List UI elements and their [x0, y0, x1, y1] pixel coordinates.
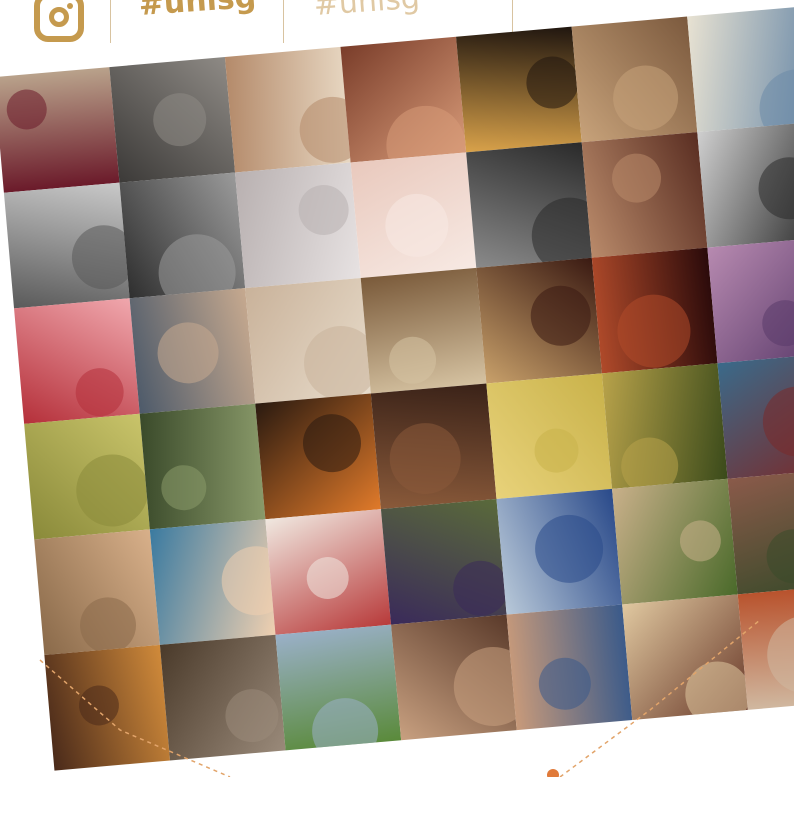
- photo-subject: [155, 231, 239, 299]
- photo-tile[interactable]: [717, 353, 794, 479]
- photo-tile[interactable]: [159, 634, 286, 761]
- photo-tile[interactable]: [24, 413, 150, 540]
- photo-tile[interactable]: [622, 594, 748, 721]
- photo-subject: [532, 512, 606, 586]
- photo-tile[interactable]: [350, 152, 477, 279]
- photo-tile[interactable]: [235, 162, 361, 289]
- photo-tile[interactable]: [496, 488, 623, 615]
- photo-subject: [73, 366, 126, 419]
- photo-subject: [73, 451, 150, 530]
- photo-tile[interactable]: [466, 142, 592, 268]
- photo-subject: [610, 151, 664, 205]
- photo-subject: [155, 319, 222, 386]
- photo-tile[interactable]: [149, 519, 276, 645]
- instagram-lens: [49, 7, 69, 27]
- photo-subject: [69, 222, 130, 292]
- photo-subject: [382, 191, 451, 260]
- photo-subject: [300, 411, 364, 475]
- photo-subject: [5, 87, 49, 132]
- photo-subject: [610, 62, 681, 134]
- photo-tile[interactable]: [275, 624, 402, 751]
- photo-subject: [296, 94, 351, 166]
- photo-tile[interactable]: [601, 363, 728, 489]
- photo-subject: [77, 595, 139, 656]
- photo-tile[interactable]: [380, 499, 507, 625]
- photo-tile[interactable]: [737, 584, 794, 710]
- photo-tile[interactable]: [391, 614, 517, 741]
- photo-tile[interactable]: [245, 278, 371, 404]
- photo-tile[interactable]: [360, 267, 487, 394]
- photo-tile[interactable]: [0, 67, 120, 193]
- photo-tile[interactable]: [727, 468, 794, 595]
- photo-subject: [159, 463, 209, 513]
- photo-subject: [387, 334, 439, 386]
- photo-subject: [296, 182, 351, 238]
- instagram-flash: [67, 3, 73, 9]
- photo-tile[interactable]: [697, 122, 794, 248]
- photo-subject: [223, 686, 281, 745]
- photo-subject: [450, 558, 507, 619]
- photo-subject: [386, 420, 464, 498]
- photo-tile[interactable]: [687, 6, 794, 133]
- photo-tile[interactable]: [14, 298, 140, 424]
- photo-subject: [304, 555, 351, 601]
- photo-subject: [532, 426, 581, 475]
- photo-subject: [614, 291, 694, 371]
- photo-tile[interactable]: [139, 403, 266, 530]
- photo-subject: [528, 194, 592, 268]
- photo-subject: [151, 90, 209, 149]
- photo-tile[interactable]: [456, 26, 582, 153]
- photo-grid: [0, 0, 794, 771]
- photo-subject: [763, 612, 794, 697]
- photo-subject: [300, 322, 371, 404]
- photo-tile[interactable]: [571, 16, 698, 143]
- photo-tile[interactable]: [591, 247, 718, 374]
- photo-tile[interactable]: [486, 373, 613, 500]
- photo-tile[interactable]: [34, 529, 160, 656]
- photo-subject: [450, 643, 517, 730]
- photo-collage: [0, 0, 794, 832]
- photo-subject: [682, 658, 748, 721]
- photo-tile[interactable]: [506, 604, 633, 731]
- photo-tile[interactable]: [265, 509, 392, 635]
- photo-subject: [309, 695, 381, 751]
- photo-subject: [756, 65, 794, 133]
- photo-tile[interactable]: [707, 237, 794, 364]
- photo-tile[interactable]: [581, 132, 708, 258]
- photo-subject: [760, 298, 794, 349]
- photo-tile[interactable]: [109, 56, 236, 183]
- photo-subject: [536, 655, 594, 712]
- photo-subject: [755, 154, 794, 222]
- photo-subject: [218, 543, 276, 619]
- photo-subject: [759, 383, 794, 460]
- photo-tile[interactable]: [3, 182, 130, 309]
- photo-tile[interactable]: [255, 393, 381, 520]
- photo-tile[interactable]: [44, 644, 171, 771]
- photo-subject: [678, 518, 723, 564]
- photo-tile[interactable]: [612, 478, 738, 605]
- photo-tile[interactable]: [119, 172, 246, 299]
- photo-tile[interactable]: [129, 288, 256, 414]
- photo-subject: [524, 54, 581, 111]
- photo-subject: [618, 435, 681, 489]
- photo-tile[interactable]: [476, 257, 602, 384]
- photo-subject: [764, 527, 794, 586]
- photo-subject: [77, 683, 121, 728]
- photo-tile[interactable]: [224, 46, 351, 173]
- photo-tile[interactable]: [370, 383, 497, 510]
- photo-tile[interactable]: [340, 36, 467, 163]
- photo-subject: [528, 283, 594, 349]
